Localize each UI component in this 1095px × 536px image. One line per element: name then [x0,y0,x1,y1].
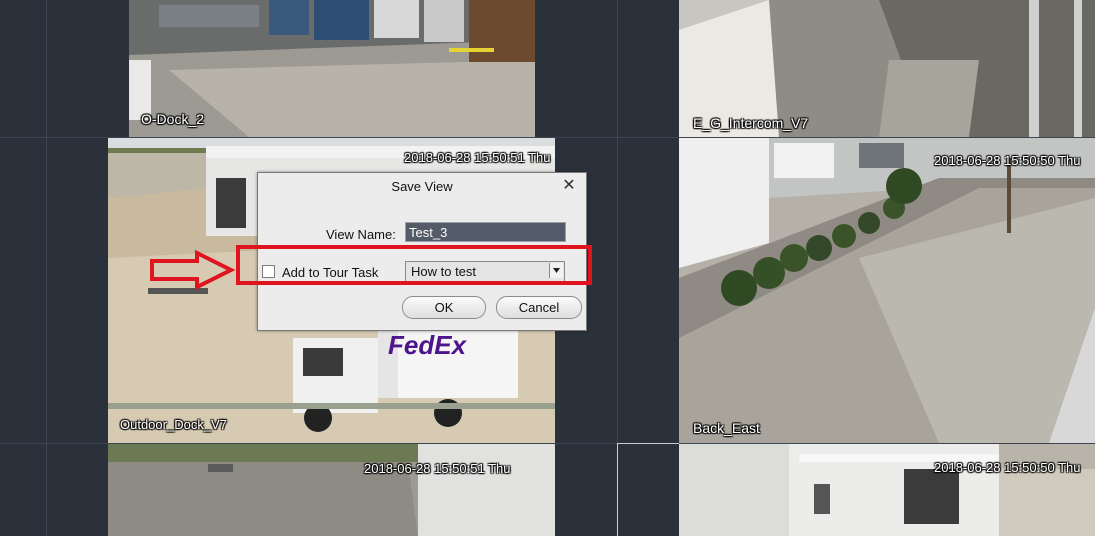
camera-feed-image [108,444,555,536]
camera-name-label: Back_East [693,420,760,436]
camera-name-label: E_G_Intercom_V7 [693,115,809,131]
camera-timestamp: 2018-06-28 15:50:50 Thu [934,153,1081,168]
truck-logo: FedEx [388,330,467,360]
view-name-input[interactable] [405,222,566,242]
camera-name-label: O-Dock_2 [141,111,205,127]
cancel-button[interactable]: Cancel [496,296,582,319]
selected-tile-border [617,443,679,536]
camera-feed-image [679,444,1095,536]
right-arrow-outline-icon [150,249,236,291]
camera-tile-back-east[interactable]: 2018-06-28 15:50:50 Thu Back_East [679,138,1095,443]
camera-name-label: Outdoor_Dock_V7 [120,417,227,432]
highlight-rectangle [236,245,592,285]
camera-tile-6[interactable]: 2018-06-28 15:50:50 Thu [679,444,1095,536]
grid-divider [46,0,47,536]
camera-timestamp: 2018-06-28 15:50:50 Thu [934,460,1081,475]
camera-timestamp: 2018-06-28 15:50:51 Thu [364,461,511,476]
camera-tile-o-dock-2[interactable]: O-Dock_2 [129,0,535,137]
close-icon[interactable]: ✕ [561,178,577,194]
camera-timestamp: 2018-06-28 15:50:51 Thu [404,150,551,165]
camera-tile-5[interactable]: 2018-06-28 15:50:51 Thu [108,444,555,536]
dialog-title: Save View [391,179,453,194]
view-name-label: View Name: [326,227,396,242]
camera-tile-e-g-intercom-v7[interactable]: E_G_Intercom_V7 [679,0,1095,137]
ok-button[interactable]: OK [402,296,486,319]
camera-feed-image [679,138,1095,443]
